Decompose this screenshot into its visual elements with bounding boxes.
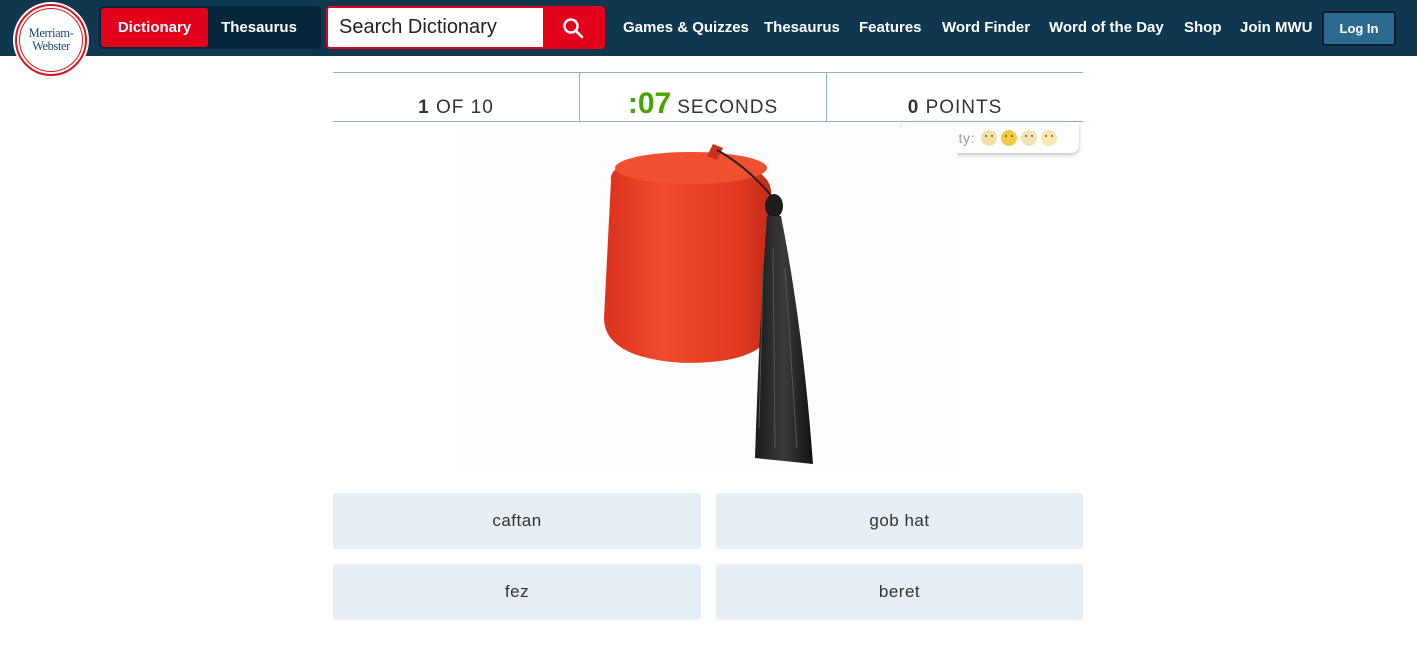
answer-option[interactable]: gob hat: [716, 493, 1083, 549]
search-button[interactable]: [543, 8, 603, 47]
answer-option[interactable]: caftan: [333, 493, 701, 549]
fez-illustration: [604, 144, 813, 464]
points-unit: POINTS: [925, 97, 1003, 118]
login-button[interactable]: Log In: [1322, 11, 1396, 46]
nav-games-quizzes[interactable]: Games & Quizzes: [623, 19, 749, 36]
easy-face-icon: [981, 129, 998, 146]
nav-join-mwu[interactable]: Join MWU: [1240, 19, 1313, 36]
timer-unit: SECONDS: [677, 97, 779, 118]
thesaurus-tab[interactable]: Thesaurus: [208, 8, 310, 47]
quiz-scoreboard: 1 OF 10 :07 SECONDS 0 POINTS: [333, 72, 1083, 122]
site-header: Dictionary Thesaurus Games & Quizzes The…: [0, 0, 1417, 56]
medium-face-icon: [1001, 129, 1018, 146]
quiz-image: [459, 128, 957, 472]
points-counter: 0 POINTS: [827, 73, 1083, 121]
answer-option[interactable]: fez: [333, 564, 701, 620]
timer: :07 SECONDS: [580, 73, 827, 121]
nav-word-of-the-day[interactable]: Word of the Day: [1049, 19, 1164, 36]
search-bar: [326, 6, 605, 49]
dictionary-tab[interactable]: Dictionary: [101, 8, 208, 47]
nav-thesaurus[interactable]: Thesaurus: [764, 19, 840, 36]
timer-value: :07: [627, 87, 672, 120]
nav-features[interactable]: Features: [859, 19, 922, 36]
question-total: OF 10: [436, 97, 494, 118]
nav-word-finder[interactable]: Word Finder: [942, 19, 1030, 36]
points-value: 0: [907, 97, 920, 118]
question-number: 1: [418, 97, 430, 118]
merriam-webster-logo[interactable]: Merriam- Webster: [15, 4, 87, 76]
search-input[interactable]: [328, 8, 544, 47]
hard-face-icon: [1021, 129, 1038, 146]
nav-shop[interactable]: Shop: [1184, 19, 1222, 36]
search-icon: [563, 17, 584, 38]
logo-text-line2: Webster: [32, 39, 70, 53]
question-counter: 1 OF 10: [333, 73, 580, 121]
answer-option[interactable]: beret: [716, 564, 1083, 620]
shocked-face-icon: [1041, 129, 1058, 146]
